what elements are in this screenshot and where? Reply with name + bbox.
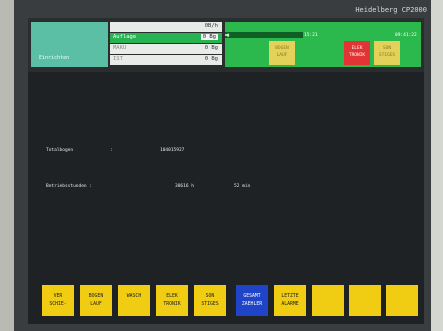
status-time-left: 15:21 [304, 33, 318, 38]
softkey-line: GESAMT [243, 294, 261, 299]
warning-indicator-bogenlauf[interactable]: BOGEN LAUF [269, 41, 295, 65]
status-clock: 09:41:22 [395, 33, 417, 38]
indicator-line: STIGES [378, 53, 396, 58]
rate-unit: 0B/h [204, 23, 218, 29]
progress-counter: 0 [227, 33, 230, 38]
softkey-line: STIGES [201, 302, 219, 307]
operating-hours-label: Betriebsstunden : [46, 184, 93, 189]
indicator-line: TRONIK [348, 53, 366, 58]
softkey-wasch[interactable]: WASCH [118, 285, 150, 316]
rate-row-value: 0 Bg [204, 45, 218, 51]
progress-bar [225, 32, 303, 38]
softkey-line: BOGEN [88, 294, 104, 299]
softkey-line: ZAEHLER [241, 302, 263, 307]
softkey-sonstiges[interactable]: SON STIGES [194, 285, 226, 316]
mode-label: Einrichten [39, 55, 70, 61]
indicator-line: SON [382, 46, 392, 51]
softkey-line: ALARME [281, 302, 299, 307]
softkey-letzte-alarme[interactable]: LETZTE ALARME [274, 285, 306, 316]
rate-row-value: 0 Bg [200, 34, 218, 40]
softkey-line: LETZTE [281, 294, 299, 299]
operating-hours-value: 38616 h [175, 184, 194, 189]
total-sheets-value: 104015927 [160, 148, 185, 153]
softkey-empty-1[interactable] [312, 285, 344, 316]
softkey-empty-3[interactable] [386, 285, 418, 316]
softkey-line: WASCH [126, 294, 142, 299]
softkey-line: VER [53, 294, 63, 299]
warning-indicator-elektronik[interactable]: ELEK TRONIK [344, 41, 370, 65]
rate-row-label: IST [113, 56, 123, 62]
rate-row-auflage: Auflage 0 Bg [110, 33, 222, 43]
press-console-screen: Einrichten 0B/h Auflage 0 Bg MAKU 0 Bg I… [28, 18, 424, 324]
softkey-elektronik[interactable]: ELEK TRONIK [156, 285, 188, 316]
softkey-empty-2[interactable] [349, 285, 381, 316]
warning-indicator-sonstiges[interactable]: SON STIGES [374, 41, 400, 65]
softkey-line: SON [205, 294, 215, 299]
indicator-line: LAUF [276, 53, 288, 58]
softkey-line: SCHIE- [49, 302, 67, 307]
rate-row-value: 0 Bg [204, 56, 218, 62]
background-right [431, 0, 443, 331]
softkey-gesamtzaehler[interactable]: GESAMT ZAEHLER [236, 285, 268, 316]
rate-row-maku: MAKU 0 Bg [110, 44, 222, 54]
brand-label: Heidelberg CP2000 [355, 6, 427, 14]
indicator-line: BOGEN [275, 46, 289, 51]
mode-panel[interactable]: Einrichten [31, 22, 108, 67]
operating-minutes-value: 52 min [234, 184, 251, 189]
background-left [0, 0, 14, 331]
softkey-line: TRONIK [163, 302, 181, 307]
total-sheets-separator: : [110, 148, 113, 153]
rate-unit-row: 0B/h [110, 22, 222, 32]
indicator-line: ELEK [351, 46, 363, 51]
softkey-bogenlauf[interactable]: BOGEN LAUF [80, 285, 112, 316]
softkey-line: ELEK [166, 294, 178, 299]
softkey-verschiedenes[interactable]: VER SCHIE- [42, 285, 74, 316]
rate-row-ist: IST 0 Bg [110, 55, 222, 65]
softkey-line: LAUF [90, 302, 102, 307]
rate-row-label: Auflage [113, 34, 137, 40]
rate-panel: 0B/h Auflage 0 Bg MAKU 0 Bg IST 0 Bg [110, 22, 222, 67]
top-status-bar: Einrichten 0B/h Auflage 0 Bg MAKU 0 Bg I… [28, 18, 424, 72]
total-sheets-label: Totalbogen [46, 148, 74, 153]
rate-row-label: MAKU [113, 45, 127, 51]
